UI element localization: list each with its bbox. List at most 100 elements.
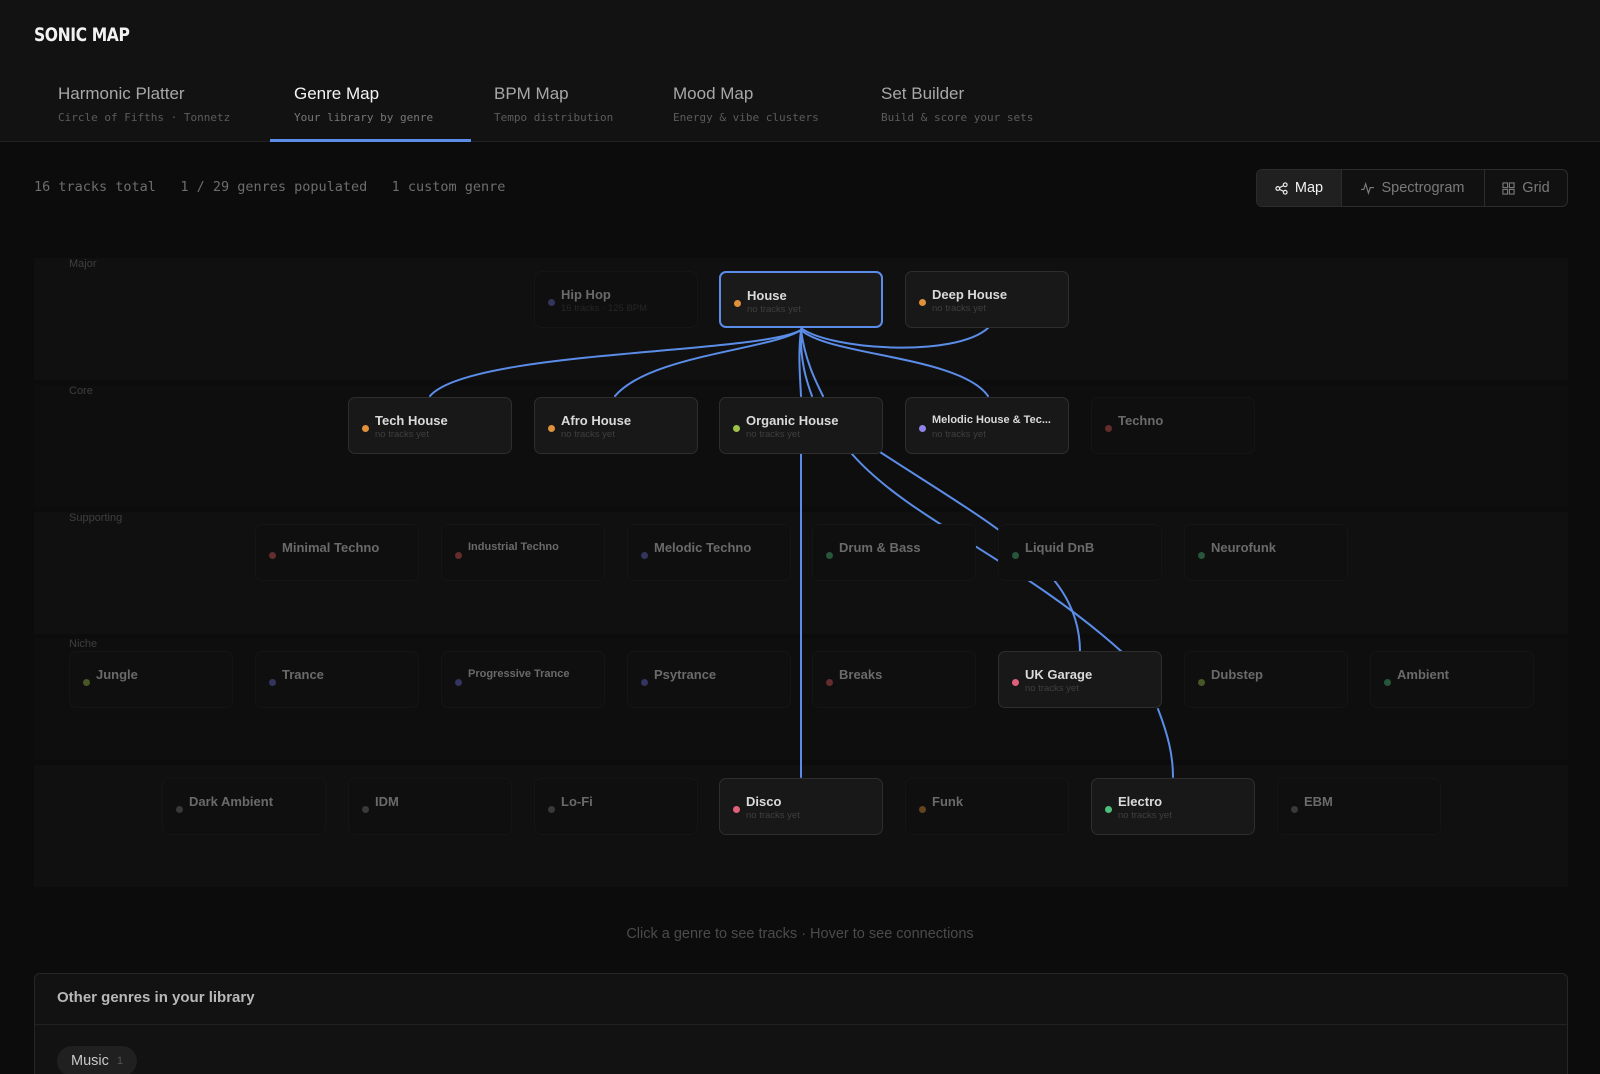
stat-custom: 1 custom genre bbox=[391, 179, 506, 195]
genre-node-drum-and-bass[interactable]: Drum & Bass bbox=[812, 524, 976, 581]
tab-title: Harmonic Platter bbox=[58, 84, 185, 103]
genre-node-jungle[interactable]: Jungle bbox=[69, 651, 233, 708]
tab-subtitle: Your library by genre bbox=[294, 111, 434, 124]
genre-color-dot bbox=[362, 806, 369, 813]
genre-node-uk-garage[interactable]: UK Garage no tracks yet bbox=[998, 651, 1162, 708]
genre-node-trance[interactable]: Trance bbox=[255, 651, 419, 708]
genre-node-progressive-trance[interactable]: Progressive Trance bbox=[441, 651, 605, 708]
genre-node-industrial-techno[interactable]: Industrial Techno bbox=[441, 524, 605, 581]
genre-node-idm[interactable]: IDM bbox=[348, 778, 512, 835]
tier-label-supporting: Supporting bbox=[69, 512, 123, 524]
genre-color-dot bbox=[1198, 679, 1205, 686]
genre-node-funk[interactable]: Funk bbox=[905, 778, 1069, 835]
genre-node-electro[interactable]: Electro no tracks yet bbox=[1091, 778, 1255, 835]
genre-name: Dubstep bbox=[1211, 667, 1263, 682]
genre-color-dot bbox=[826, 552, 833, 559]
tab-subtitle: Tempo distribution bbox=[494, 111, 614, 124]
genre-color-dot bbox=[269, 679, 276, 686]
genre-color-dot bbox=[919, 806, 926, 813]
genre-color-dot bbox=[455, 679, 462, 686]
genre-color-dot bbox=[455, 552, 462, 559]
genre-stats: no tracks yet bbox=[932, 429, 986, 440]
genre-name: Tech House bbox=[375, 413, 448, 428]
genre-node-liquid-dnb[interactable]: Liquid DnB bbox=[998, 524, 1162, 581]
genre-node-melodic-techno[interactable]: Melodic Techno bbox=[627, 524, 791, 581]
library-stats: 16 tracks total 1 / 29 genres populated … bbox=[34, 179, 505, 195]
genre-name: EBM bbox=[1304, 794, 1333, 809]
spectrogram-view-button[interactable]: Spectrogram bbox=[1342, 170, 1485, 206]
tab-title: Set Builder bbox=[881, 84, 965, 103]
genre-node-tech-house[interactable]: Tech House no tracks yet bbox=[348, 397, 512, 454]
genre-node-ebm[interactable]: EBM bbox=[1277, 778, 1441, 835]
genre-name: Minimal Techno bbox=[282, 540, 380, 555]
genre-name: Neurofunk bbox=[1211, 540, 1276, 555]
genre-color-dot bbox=[1198, 552, 1205, 559]
genre-name: Jungle bbox=[96, 667, 138, 682]
genre-color-dot bbox=[1105, 425, 1112, 432]
genre-color-dot bbox=[548, 806, 555, 813]
genre-node-ambient[interactable]: Ambient bbox=[1370, 651, 1534, 708]
genre-color-dot bbox=[269, 552, 276, 559]
map-view-button[interactable]: Map bbox=[1257, 170, 1342, 206]
genre-color-dot bbox=[1105, 806, 1112, 813]
genre-color-dot bbox=[641, 679, 648, 686]
genre-name: IDM bbox=[375, 794, 399, 809]
genre-name: Melodic House & Tec... bbox=[932, 414, 1051, 426]
grid-view-button[interactable]: Grid bbox=[1485, 170, 1567, 206]
map-hint-text: Click a genre to see tracks · Hover to s… bbox=[626, 926, 974, 942]
genre-name: Funk bbox=[932, 794, 964, 809]
genre-color-dot bbox=[826, 679, 833, 686]
tab-genre-map[interactable]: Genre Map Your library by genre bbox=[294, 84, 433, 142]
genre-color-dot bbox=[919, 299, 926, 306]
stat-tracks: 16 tracks total bbox=[34, 179, 156, 195]
activity-icon bbox=[1361, 181, 1375, 195]
genre-color-dot bbox=[1012, 552, 1019, 559]
genre-node-psytrance[interactable]: Psytrance bbox=[627, 651, 791, 708]
genre-stats: no tracks yet bbox=[561, 429, 615, 440]
genre-stats: no tracks yet bbox=[746, 810, 800, 821]
other-genres-title: Other genres in your library bbox=[57, 989, 255, 1006]
spectrogram-view-label: Spectrogram bbox=[1381, 180, 1465, 196]
genre-node-dubstep[interactable]: Dubstep bbox=[1184, 651, 1348, 708]
genre-color-dot bbox=[1384, 679, 1391, 686]
genre-name: Deep House bbox=[932, 287, 1008, 302]
genre-node-disco[interactable]: Disco no tracks yet bbox=[719, 778, 883, 835]
genre-name: Electro bbox=[1118, 794, 1163, 809]
genre-node-breaks[interactable]: Breaks bbox=[812, 651, 976, 708]
genre-color-dot bbox=[548, 299, 555, 306]
genre-name: Trance bbox=[282, 667, 324, 682]
genre-chip-music[interactable]: Music 1 bbox=[57, 1046, 137, 1074]
genre-node-minimal-techno[interactable]: Minimal Techno bbox=[255, 524, 419, 581]
app-header: SONIC MAP Harmonic Platter Circle of Fif… bbox=[0, 0, 1600, 142]
tier-label-major: Major bbox=[69, 258, 97, 270]
genre-color-dot bbox=[83, 679, 90, 686]
map-view-label: Map bbox=[1294, 180, 1324, 196]
genre-node-deep-house[interactable]: Deep House no tracks yet bbox=[905, 271, 1069, 328]
genre-stats: no tracks yet bbox=[1118, 810, 1172, 821]
genre-name: Afro House bbox=[561, 413, 632, 428]
genre-chip-count: 1 bbox=[116, 1055, 123, 1067]
genre-node-lo-fi[interactable]: Lo-Fi bbox=[534, 778, 698, 835]
genre-name: Ambient bbox=[1397, 667, 1449, 682]
active-tab-indicator bbox=[270, 139, 471, 142]
genre-name: Psytrance bbox=[654, 667, 717, 682]
genre-node-house[interactable]: House no tracks yet bbox=[719, 271, 883, 328]
genre-node-hip-hop[interactable]: Hip Hop 16 tracks · 125 BPM bbox=[534, 271, 698, 328]
genre-name: Breaks bbox=[839, 667, 883, 682]
genre-stats: no tracks yet bbox=[746, 429, 800, 440]
tab-mood-map[interactable]: Mood Map Energy & vibe clusters bbox=[673, 84, 819, 142]
genre-node-neurofunk[interactable]: Neurofunk bbox=[1184, 524, 1348, 581]
genre-node-melodic-house-techno[interactable]: Melodic House & Tec... no tracks yet bbox=[905, 397, 1069, 454]
genre-node-organic-house[interactable]: Organic House no tracks yet bbox=[719, 397, 883, 454]
other-genres-panel: Other genres in your library Music 1 bbox=[34, 973, 1568, 1074]
tab-set-builder[interactable]: Set Builder Build & score your sets bbox=[881, 84, 1033, 142]
genre-node-dark-ambient[interactable]: Dark Ambient bbox=[162, 778, 326, 835]
genre-stats: no tracks yet bbox=[1025, 683, 1079, 694]
genre-name: House bbox=[747, 288, 787, 303]
tab-harmonic-platter[interactable]: Harmonic Platter Circle of Fifths · Tonn… bbox=[58, 84, 230, 142]
genre-node-techno[interactable]: Techno bbox=[1091, 397, 1255, 454]
genre-node-afro-house[interactable]: Afro House no tracks yet bbox=[534, 397, 698, 454]
grid-icon bbox=[1502, 181, 1515, 195]
genre-chip-label: Music bbox=[71, 1053, 109, 1069]
tab-bpm-map[interactable]: BPM Map Tempo distribution bbox=[494, 84, 613, 142]
